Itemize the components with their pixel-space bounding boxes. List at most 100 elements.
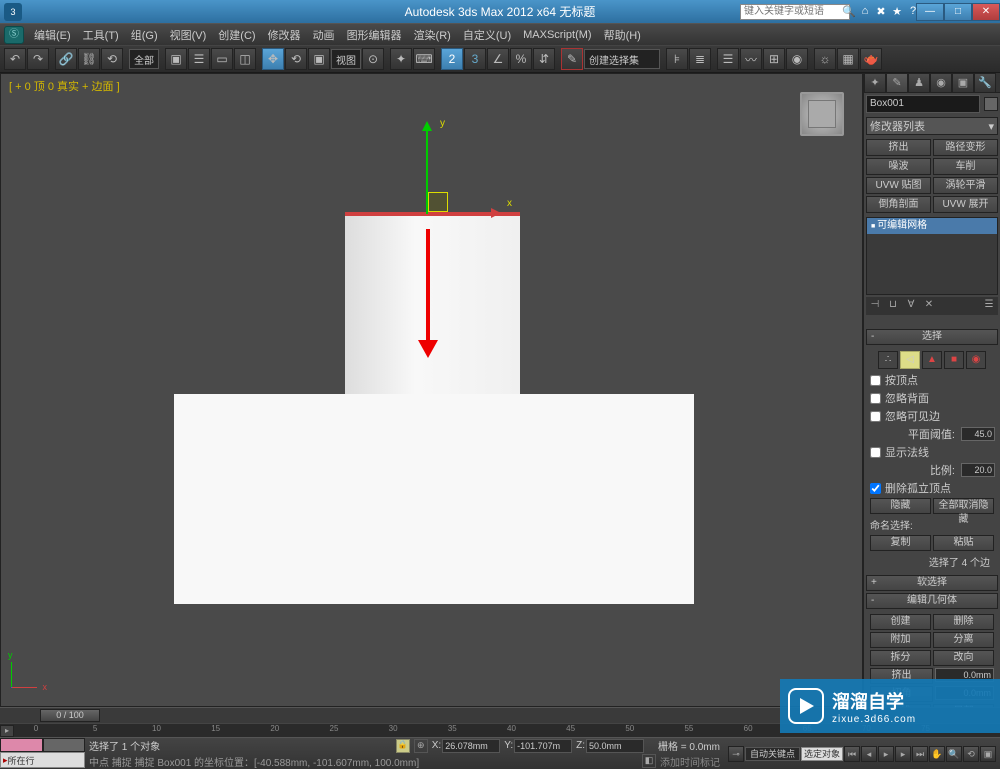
coord-z[interactable]: 50.0mm — [586, 739, 644, 753]
sub-face[interactable]: ▲ — [922, 351, 942, 369]
sub-poly[interactable]: ■ — [944, 351, 964, 369]
object-name-field[interactable]: Box001 — [866, 95, 980, 113]
mod-noise[interactable]: 噪波 — [866, 158, 931, 175]
autokey-button[interactable]: 自动关键点 — [745, 747, 800, 761]
subscription-icon[interactable]: ⌂ — [858, 5, 872, 19]
nav-zoom-icon[interactable]: 🔍 — [946, 746, 962, 762]
show-end-icon[interactable]: ⊔ — [886, 299, 900, 313]
key-toggle-icon[interactable]: ⊸ — [728, 746, 744, 762]
schematic-button[interactable]: ⊞ — [763, 48, 785, 70]
scale-button[interactable]: ▣ — [308, 48, 330, 70]
menu-group[interactable]: 组(G) — [125, 27, 164, 43]
angle-snap-button[interactable]: ∠ — [487, 48, 509, 70]
tab-display[interactable]: ▣ — [952, 73, 974, 93]
menu-modifiers[interactable]: 修改器 — [262, 27, 307, 43]
copy-sel-button[interactable]: 复制 — [870, 535, 931, 551]
snap-3-button[interactable]: 3 — [464, 48, 486, 70]
exchange-icon[interactable]: ✖ — [874, 5, 888, 19]
paste-sel-button[interactable]: 粘贴 — [933, 535, 994, 551]
time-tag-icon[interactable]: ◧ — [642, 754, 656, 768]
sub-element[interactable]: ◉ — [966, 351, 986, 369]
goto-end-icon[interactable]: ⏭ — [912, 746, 928, 762]
rotate-button[interactable]: ⟲ — [285, 48, 307, 70]
window-crossing-button[interactable]: ◫ — [234, 48, 256, 70]
scale-value[interactable]: 20.0 — [961, 463, 995, 477]
search-icon[interactable]: 🔍 — [842, 5, 856, 19]
selection-filter[interactable]: 全部 — [129, 49, 159, 69]
prompt-swatch2[interactable] — [43, 738, 86, 752]
unique-icon[interactable]: ∀ — [904, 299, 918, 313]
delete-iso-check[interactable]: 删除孤立顶点 — [868, 479, 996, 497]
maximize-button[interactable]: □ — [944, 3, 972, 21]
menu-customize[interactable]: 自定义(U) — [457, 27, 517, 43]
rollout-editgeo-header[interactable]: 编辑几何体 — [866, 593, 998, 609]
menu-edit[interactable]: 编辑(E) — [28, 27, 77, 43]
sub-vertex[interactable]: ∴ — [878, 351, 898, 369]
pivot-button[interactable]: ⊙ — [362, 48, 384, 70]
unlink-button[interactable]: ⛓ — [78, 48, 100, 70]
by-vertex-check[interactable]: 按顶点 — [868, 371, 996, 389]
render-button[interactable]: 🫖 — [860, 48, 882, 70]
bind-button[interactable]: ⟲ — [101, 48, 123, 70]
viewcube[interactable] — [792, 84, 852, 144]
ref-coord-system[interactable]: 视图 — [331, 49, 361, 69]
snap-2d-button[interactable]: 2 — [441, 48, 463, 70]
attach-button[interactable]: 附加 — [870, 632, 931, 648]
coord-mode-icon[interactable]: ⊕ — [414, 739, 428, 753]
gizmo-x-axis[interactable]: x — [428, 212, 498, 214]
nav-max-icon[interactable]: ▣ — [980, 746, 996, 762]
mirror-button[interactable]: ⊧ — [666, 48, 688, 70]
render-setup-button[interactable]: ☼ — [814, 48, 836, 70]
prev-frame-icon[interactable]: ◂ — [861, 746, 877, 762]
prompt-swatch1[interactable] — [0, 738, 43, 752]
menu-views[interactable]: 视图(V) — [164, 27, 213, 43]
tab-hierarchy[interactable]: ♟ — [908, 73, 930, 93]
pin-stack-icon[interactable]: ⊣ — [868, 299, 882, 313]
mod-pathdeform[interactable]: 路径变形 — [933, 139, 998, 156]
location-field[interactable]: 所在行 — [0, 752, 85, 768]
mod-uvwmap[interactable]: UVW 贴图 — [866, 177, 931, 194]
tab-create[interactable]: ✦ — [864, 73, 886, 93]
align-button[interactable]: ≣ — [689, 48, 711, 70]
gizmo-xy-plane[interactable] — [428, 192, 448, 212]
turn-button[interactable]: 改向 — [933, 650, 994, 666]
remove-mod-icon[interactable]: ✕ — [922, 299, 936, 313]
layers-button[interactable]: ☰ — [717, 48, 739, 70]
menu-maxscript[interactable]: MAXScript(M) — [517, 29, 597, 41]
menu-render[interactable]: 渲染(R) — [408, 27, 457, 43]
modifier-list-dropdown[interactable]: 修改器列表▾ — [866, 117, 998, 135]
lock-icon[interactable]: 🔒 — [396, 739, 410, 753]
menu-help[interactable]: 帮助(H) — [598, 27, 647, 43]
tab-modify[interactable]: ✎ — [886, 73, 908, 93]
selected-obj-drop[interactable]: 选定对象 — [801, 747, 843, 761]
next-frame-icon[interactable]: ▸ — [895, 746, 911, 762]
app-menu-button[interactable]: Ⓢ — [4, 26, 24, 44]
ignore-vis-check[interactable]: 忽略可见边 — [868, 407, 996, 425]
undo-button[interactable]: ↶ — [4, 48, 26, 70]
detach-button[interactable]: 分离 — [933, 632, 994, 648]
configure-icon[interactable]: ☰ — [982, 299, 996, 313]
manipulate-button[interactable]: ✦ — [390, 48, 412, 70]
sub-edge[interactable]: ◁ — [900, 351, 920, 369]
coord-x[interactable]: 26.078mm — [442, 739, 500, 753]
rollout-select-header[interactable]: 选择 — [866, 329, 998, 345]
delete-button[interactable]: 删除 — [933, 614, 994, 630]
favorite-icon[interactable]: ★ — [890, 5, 904, 19]
time-slider-thumb[interactable]: 0 / 100 — [40, 709, 100, 722]
play-icon[interactable]: ▸ — [878, 746, 894, 762]
coord-y[interactable]: -101.707m — [514, 739, 572, 753]
help-search-input[interactable] — [740, 4, 850, 20]
planar-value[interactable]: 45.0 — [961, 427, 995, 441]
mod-bevelprofile[interactable]: 倒角剖面 — [866, 196, 931, 213]
material-editor-button[interactable]: ◉ — [786, 48, 808, 70]
select-rect-button[interactable]: ▭ — [211, 48, 233, 70]
tab-utilities[interactable]: 🔧 — [974, 73, 996, 93]
show-normals-check[interactable]: 显示法线 — [868, 443, 996, 461]
select-object-button[interactable]: ▣ — [165, 48, 187, 70]
select-name-button[interactable]: ☰ — [188, 48, 210, 70]
nav-pan-icon[interactable]: ✋ — [929, 746, 945, 762]
mod-lathe[interactable]: 车削 — [933, 158, 998, 175]
tab-motion[interactable]: ◉ — [930, 73, 952, 93]
goto-start-icon[interactable]: ⏮ — [844, 746, 860, 762]
mod-extrude[interactable]: 挤出 — [866, 139, 931, 156]
